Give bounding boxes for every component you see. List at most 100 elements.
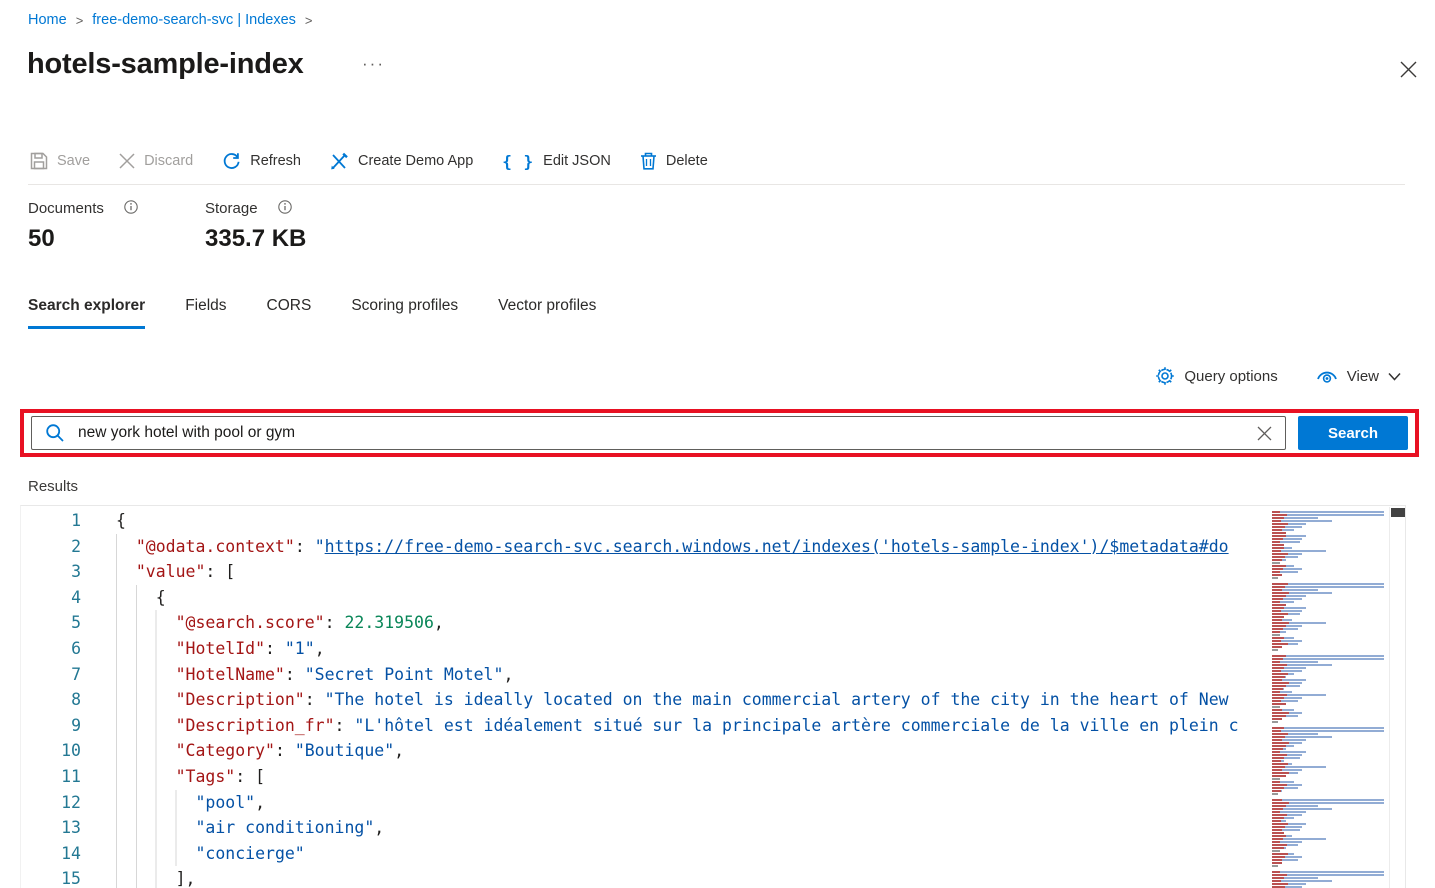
minimap-line <box>1272 586 1384 588</box>
save-button[interactable]: Save <box>30 152 90 170</box>
command-bar: Save Discard Refresh Create Demo App { }… <box>30 144 708 178</box>
minimap-line <box>1272 703 1286 705</box>
search-highlight-annotation: Search <box>20 409 1419 457</box>
search-button[interactable]: Search <box>1298 416 1408 450</box>
line-number: 4 <box>71 587 81 607</box>
info-icon[interactable] <box>277 200 292 214</box>
create-demo-app-label: Create Demo App <box>358 153 474 169</box>
tab-fields[interactable]: Fields <box>185 297 226 329</box>
results-json-editor[interactable]: 1{2 "@odata.context": "https://free-demo-… <box>20 505 1406 888</box>
minimap-line <box>1272 862 1282 864</box>
more-actions-icon[interactable]: ··· <box>362 54 385 74</box>
minimap-line <box>1272 607 1306 609</box>
editor-scrollbar[interactable] <box>1389 507 1405 888</box>
minimap-line <box>1272 712 1302 714</box>
code-line: 10 "Category": "Boutique", <box>21 738 1268 764</box>
view-dropdown[interactable]: View <box>1316 368 1401 385</box>
minimap-line <box>1272 634 1280 636</box>
code-area[interactable]: 1{2 "@odata.context": "https://free-demo-… <box>21 508 1268 888</box>
minimap-line <box>1272 868 1387 870</box>
refresh-label: Refresh <box>250 153 301 169</box>
minimap-line <box>1272 760 1284 762</box>
refresh-button[interactable]: Refresh <box>222 152 301 171</box>
minimap-line <box>1272 619 1292 621</box>
minimap-line <box>1272 544 1284 546</box>
search-icon <box>46 424 64 442</box>
line-number: 3 <box>71 562 81 582</box>
editor-minimap[interactable] <box>1268 508 1389 888</box>
minimap-line <box>1272 790 1282 792</box>
minimap-line <box>1272 814 1302 816</box>
code-line: 2 "@odata.context": "https://free-demo-se… <box>21 533 1268 560</box>
minimap-line <box>1272 592 1332 594</box>
edit-json-label: Edit JSON <box>543 153 611 169</box>
query-options-label: Query options <box>1184 367 1278 385</box>
query-options-button[interactable]: Query options <box>1155 366 1278 386</box>
minimap-line <box>1272 658 1384 660</box>
minimap-line <box>1272 793 1278 795</box>
code-line: 14 "concierge" <box>21 840 1268 867</box>
tab-vector-profiles[interactable]: Vector profiles <box>498 297 596 329</box>
refresh-icon <box>223 152 240 169</box>
tab-cors[interactable]: CORS <box>267 297 312 329</box>
minimap-line <box>1272 715 1298 717</box>
minimap-line <box>1272 523 1306 525</box>
minimap-line <box>1272 739 1306 741</box>
trash-icon <box>640 152 656 170</box>
minimap-line <box>1272 733 1318 735</box>
minimap-line <box>1272 853 1294 855</box>
minimap-line <box>1272 538 1302 540</box>
minimap-line <box>1272 799 1384 801</box>
minimap-line <box>1272 784 1302 786</box>
breadcrumb-service-link[interactable]: free-demo-search-svc | Indexes <box>92 12 296 28</box>
index-detail-page: Home > free-demo-search-svc | Indexes > … <box>0 0 1435 888</box>
minimap-line <box>1272 832 1284 834</box>
clear-search-button[interactable] <box>1253 422 1275 444</box>
minimap-line <box>1272 757 1300 759</box>
delete-button[interactable]: Delete <box>640 152 708 170</box>
minimap-line <box>1272 820 1286 822</box>
minimap-line <box>1272 685 1300 687</box>
minimap-line <box>1272 682 1302 684</box>
minimap-line <box>1272 514 1384 516</box>
minimap-line <box>1272 805 1318 807</box>
minimap-line <box>1272 829 1300 831</box>
close-blade-button[interactable] <box>1395 56 1421 82</box>
minimap-line <box>1272 613 1300 615</box>
minimap-line <box>1272 859 1298 861</box>
breadcrumb-home-link[interactable]: Home <box>28 12 67 28</box>
minimap-line <box>1272 562 1280 564</box>
create-demo-app-button[interactable]: Create Demo App <box>330 152 473 171</box>
storage-stat: Storage 335.7 KB <box>205 200 306 253</box>
line-number: 13 <box>61 818 81 838</box>
minimap-line <box>1272 754 1302 756</box>
search-box <box>31 416 1286 450</box>
minimap-line <box>1272 787 1298 789</box>
discard-label: Discard <box>144 153 194 169</box>
search-input[interactable] <box>78 424 1240 442</box>
minimap-line <box>1272 628 1298 630</box>
scrollbar-thumb[interactable] <box>1391 508 1405 517</box>
minimap-line <box>1272 652 1387 654</box>
minimap-line <box>1272 667 1306 669</box>
line-number: 7 <box>71 664 81 684</box>
edit-json-button[interactable]: { } Edit JSON <box>502 152 611 171</box>
line-number: 6 <box>71 638 81 658</box>
minimap-line <box>1272 877 1318 879</box>
minimap-line <box>1272 838 1326 840</box>
explorer-options-row: Query options View <box>1155 366 1401 386</box>
minimap-line <box>1272 847 1286 849</box>
discard-button[interactable]: Discard <box>119 153 193 169</box>
tab-search-explorer[interactable]: Search explorer <box>28 297 146 329</box>
minimap-line <box>1272 610 1302 612</box>
minimap-line <box>1272 850 1280 852</box>
minimap-line <box>1272 661 1318 663</box>
minimap-line <box>1272 517 1318 519</box>
minimap-line <box>1272 745 1294 747</box>
minimap-line <box>1272 817 1294 819</box>
minimap-line <box>1272 631 1286 633</box>
minimap-line <box>1272 676 1286 678</box>
minimap-line <box>1272 529 1294 531</box>
tab-scoring-profiles[interactable]: Scoring profiles <box>351 297 458 329</box>
info-icon[interactable] <box>124 200 138 214</box>
